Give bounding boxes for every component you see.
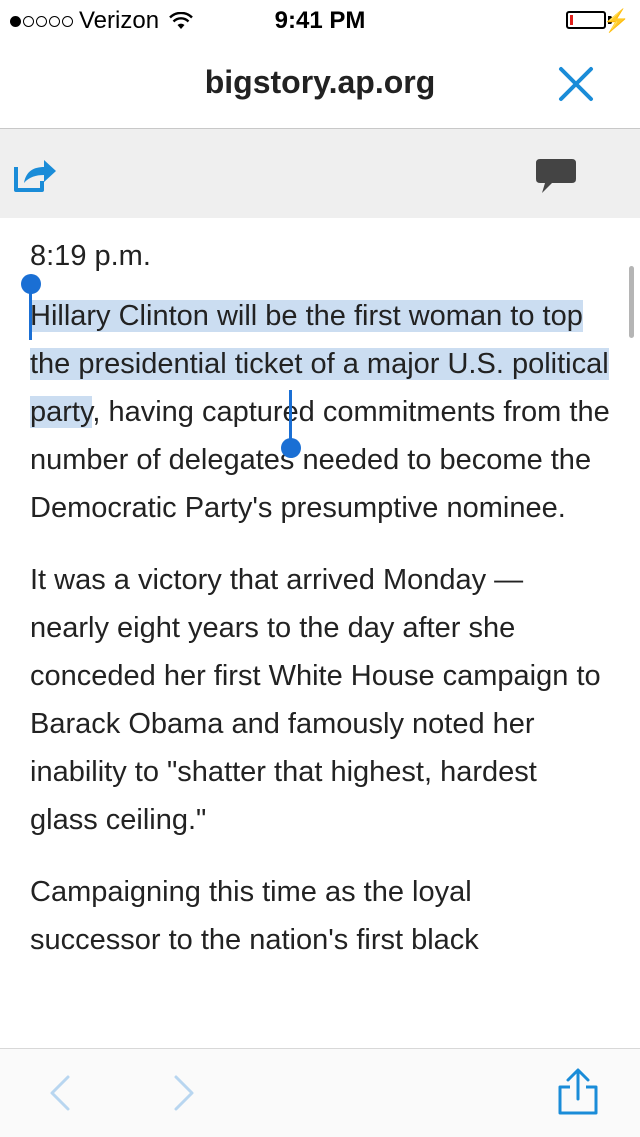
bottom-toolbar [0, 1048, 640, 1137]
status-time: 9:41 PM [274, 7, 366, 34]
selection-end-handle[interactable] [281, 438, 301, 458]
article-paragraph[interactable]: It was a victory that arrived Monday — n… [30, 556, 610, 844]
selection-end-caret[interactable] [289, 390, 292, 440]
status-bar: Verizon 9:41 PM ⚡ [0, 0, 640, 40]
article-toolbar [0, 129, 640, 218]
share-icon[interactable] [556, 1067, 600, 1117]
comment-icon[interactable] [534, 157, 578, 197]
chevron-left-icon[interactable] [44, 1073, 76, 1113]
close-icon[interactable] [556, 64, 596, 104]
chevron-right-icon[interactable] [168, 1073, 200, 1113]
article-paragraph[interactable]: Campaigning this time as the loyal succe… [30, 868, 610, 964]
url-domain[interactable]: bigstory.ap.org [0, 64, 640, 101]
url-bar: bigstory.ap.org [0, 40, 640, 129]
article-body: 8:19 p.m. Hillary Clinton will be the fi… [30, 232, 610, 1048]
selection-start-caret[interactable] [29, 286, 32, 340]
paragraph-text: , having captured commitments from the n… [30, 396, 610, 524]
share-icon[interactable] [12, 157, 58, 193]
battery-icon [566, 11, 606, 29]
article-timestamp: 8:19 p.m. [30, 240, 151, 272]
scrollbar[interactable] [629, 266, 634, 338]
charging-bolt-icon: ⚡ [602, 8, 630, 33]
article-paragraph[interactable]: Hillary Clinton will be the first woman … [30, 292, 610, 532]
